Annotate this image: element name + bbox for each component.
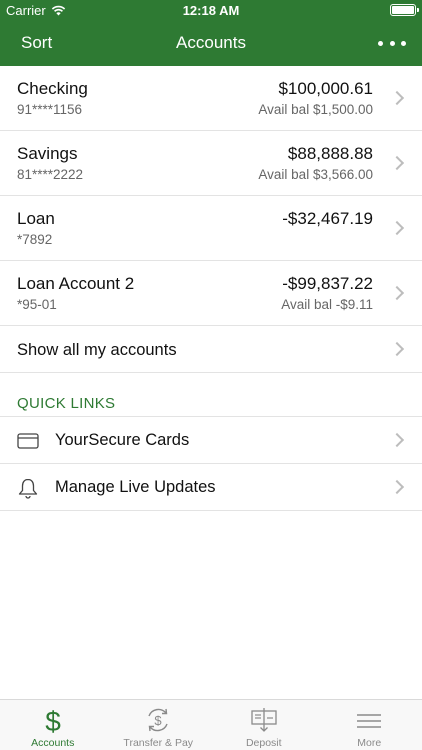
chevron-right-icon bbox=[389, 479, 405, 495]
account-name: Savings bbox=[17, 144, 78, 163]
accounts-list: Checking 91****1156 $100,000.61 Avail ba… bbox=[0, 66, 422, 511]
account-name: Loan Account 2 bbox=[17, 274, 135, 293]
tab-label: More bbox=[357, 737, 382, 749]
status-bar: Carrier 12:18 AM bbox=[0, 0, 422, 22]
quick-links-section: QUICK LINKS bbox=[0, 373, 422, 417]
tab-transfer-pay[interactable]: $ Transfer & Pay bbox=[106, 700, 212, 750]
account-name: Checking bbox=[17, 79, 88, 98]
tab-accounts[interactable]: $ Accounts bbox=[0, 700, 106, 750]
transfer-dollar-icon: $ bbox=[148, 708, 168, 732]
quick-link-yoursecure-cards[interactable]: YourSecure Cards bbox=[0, 417, 422, 464]
quick-link-manage-live-updates[interactable]: Manage Live Updates bbox=[0, 464, 422, 511]
account-balance: $100,000.61 bbox=[278, 79, 373, 98]
account-row-loan-account-2[interactable]: Loan Account 2 *95-01 -$99,837.22 Avail … bbox=[0, 261, 422, 326]
svg-text:$: $ bbox=[45, 706, 61, 734]
chevron-right-icon bbox=[389, 432, 405, 448]
chevron-right-icon bbox=[389, 90, 405, 106]
page-title: Accounts bbox=[176, 33, 246, 52]
menu-icon bbox=[357, 714, 382, 728]
svg-text:$: $ bbox=[155, 713, 163, 728]
account-row-savings[interactable]: Savings 81****2222 $88,888.88 Avail bal … bbox=[0, 131, 422, 196]
credit-card-icon bbox=[17, 433, 39, 449]
tab-label: Deposit bbox=[245, 737, 282, 749]
show-all-accounts-label: Show all my accounts bbox=[17, 341, 177, 359]
ellipsis-dot bbox=[389, 40, 395, 46]
chevron-right-icon bbox=[389, 341, 405, 357]
bell-icon bbox=[18, 478, 38, 499]
account-number: *95-01 bbox=[17, 297, 57, 312]
dollar-icon: $ bbox=[45, 706, 61, 734]
status-time: 12:18 AM bbox=[182, 3, 240, 18]
tab-more[interactable]: More bbox=[317, 700, 422, 750]
quick-links-heading: QUICK LINKS bbox=[17, 395, 116, 412]
ellipsis-icon bbox=[378, 40, 383, 46]
account-balance: -$99,837.22 bbox=[282, 274, 373, 293]
tab-deposit[interactable]: Deposit bbox=[211, 700, 317, 750]
accounts-screen: Carrier 12:18 AM Sort Accounts Checking bbox=[0, 0, 422, 750]
more-options-button[interactable] bbox=[378, 32, 406, 54]
available-balance: Avail bal -$9.11 bbox=[281, 297, 373, 312]
header: Carrier 12:18 AM Sort Accounts bbox=[0, 0, 422, 66]
available-balance: Avail bal $3,566.00 bbox=[258, 167, 373, 182]
chevron-right-icon bbox=[389, 285, 405, 301]
account-number: *7892 bbox=[17, 232, 53, 247]
check-deposit-icon bbox=[251, 708, 277, 732]
show-all-accounts-button[interactable]: Show all my accounts bbox=[0, 326, 422, 373]
tab-label: Accounts bbox=[31, 737, 75, 749]
battery-icon bbox=[390, 4, 419, 16]
account-balance: -$32,467.19 bbox=[282, 209, 373, 228]
available-balance: Avail bal $1,500.00 bbox=[258, 102, 373, 117]
account-balance: $88,888.88 bbox=[287, 144, 373, 163]
nav-bar: Sort Accounts bbox=[0, 22, 422, 66]
account-number: 81****2222 bbox=[17, 167, 84, 182]
account-row-checking[interactable]: Checking 91****1156 $100,000.61 Avail ba… bbox=[0, 66, 422, 131]
tab-bar: $ Accounts $ Transfer & Pay Deposit More bbox=[0, 699, 422, 750]
ellipsis-dot bbox=[401, 40, 406, 46]
account-row-loan[interactable]: Loan *7892 -$32,467.19 bbox=[0, 196, 422, 261]
sort-button[interactable]: Sort bbox=[21, 33, 52, 53]
quick-link-label: Manage Live Updates bbox=[55, 478, 216, 496]
account-number: 91****1156 bbox=[17, 102, 83, 117]
quick-link-label: YourSecure Cards bbox=[55, 431, 190, 449]
chevron-right-icon bbox=[389, 155, 405, 171]
tab-label: Transfer & Pay bbox=[123, 737, 194, 749]
chevron-right-icon bbox=[389, 220, 405, 236]
account-name: Loan bbox=[17, 209, 55, 228]
